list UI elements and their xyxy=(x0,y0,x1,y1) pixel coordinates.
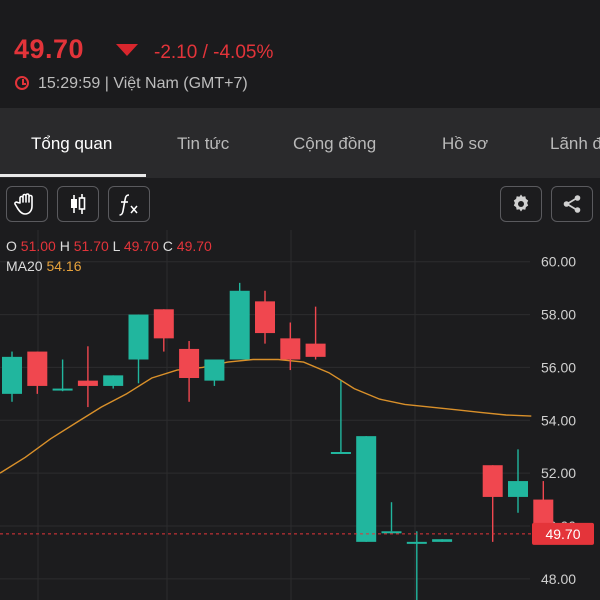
indicator-button[interactable] xyxy=(108,186,150,222)
share-icon xyxy=(563,195,581,213)
candle-body xyxy=(330,452,351,454)
tab-news[interactable]: Tin tức xyxy=(177,134,229,154)
candle-body xyxy=(508,481,528,497)
hand-icon xyxy=(14,193,33,215)
share-button[interactable] xyxy=(551,186,593,222)
clock-icon xyxy=(15,76,29,90)
ma-readout: MA20 54.16 xyxy=(6,258,82,274)
tab-profile[interactable]: Hồ sơ xyxy=(442,134,488,154)
candle-body xyxy=(2,356,22,394)
candle-body xyxy=(280,338,301,360)
candlestick-icon xyxy=(71,194,86,214)
fx-icon xyxy=(119,194,138,216)
high-label: H xyxy=(59,238,70,254)
ohlc-readout: O 51.00 H 51.70 L 49.70 C 49.70 xyxy=(6,238,212,254)
candle-body xyxy=(103,375,124,386)
candle-body xyxy=(229,290,250,360)
y-tick-label: 56.00 xyxy=(541,359,576,375)
last-price: 49.70 xyxy=(14,34,85,64)
candle-body xyxy=(432,539,453,542)
candle-body xyxy=(128,314,149,360)
last-price-badge-label: 49.70 xyxy=(545,526,580,542)
open-value: 51.00 xyxy=(20,238,56,254)
high-value: 51.70 xyxy=(73,238,109,254)
gear-icon xyxy=(513,194,529,212)
candle-body xyxy=(204,359,225,381)
settings-button[interactable] xyxy=(500,186,542,222)
ma-value: 54.16 xyxy=(46,258,82,274)
candle-body xyxy=(52,388,73,391)
candle-body xyxy=(153,309,174,339)
close-value: 49.70 xyxy=(176,238,212,254)
tab-leadership[interactable]: Lãnh đ xyxy=(550,134,600,154)
y-tick-label: 48.00 xyxy=(541,571,576,587)
candle-body xyxy=(255,301,275,334)
candle-body xyxy=(381,531,402,534)
candle-body xyxy=(406,541,427,544)
tab-community[interactable]: Cộng đồng xyxy=(293,134,376,154)
tab-overview[interactable]: Tổng quan xyxy=(31,134,112,154)
open-label: O xyxy=(6,238,17,254)
candle-body xyxy=(27,351,48,386)
down-arrow-icon xyxy=(116,44,138,56)
y-tick-label: 54.00 xyxy=(541,412,576,428)
y-tick-label: 58.00 xyxy=(541,307,576,323)
active-tab-indicator xyxy=(0,174,146,177)
quote-header: 49.70 -2.10 / -4.05% 15:29:59 | Việt Nam… xyxy=(0,0,600,108)
timestamp: 15:29:59 | Việt Nam (GMT+7) xyxy=(38,75,248,92)
candle-body xyxy=(305,343,326,357)
chart-type-button[interactable] xyxy=(57,186,99,222)
ma-label: MA20 xyxy=(6,258,43,274)
y-tick-label: 60.00 xyxy=(541,254,576,270)
candle-body xyxy=(77,380,98,386)
y-tick-label: 52.00 xyxy=(541,465,576,481)
hand-tool-button[interactable] xyxy=(6,186,48,222)
tab-bar: Tổng quan Tin tức Cộng đồng Hồ sơ Lãnh đ xyxy=(0,108,600,178)
low-label: L xyxy=(112,238,120,254)
candle-body xyxy=(356,436,377,542)
price-change: -2.10 / -4.05% xyxy=(154,42,274,63)
candle-body xyxy=(482,465,503,497)
ma20-line xyxy=(0,358,532,474)
candlestick-chart[interactable]: 60.0058.0056.0054.0052.0050.0048.0049.70 xyxy=(0,230,600,600)
low-value: 49.70 xyxy=(123,238,159,254)
close-label: C xyxy=(162,238,173,254)
candle-body xyxy=(179,348,200,378)
